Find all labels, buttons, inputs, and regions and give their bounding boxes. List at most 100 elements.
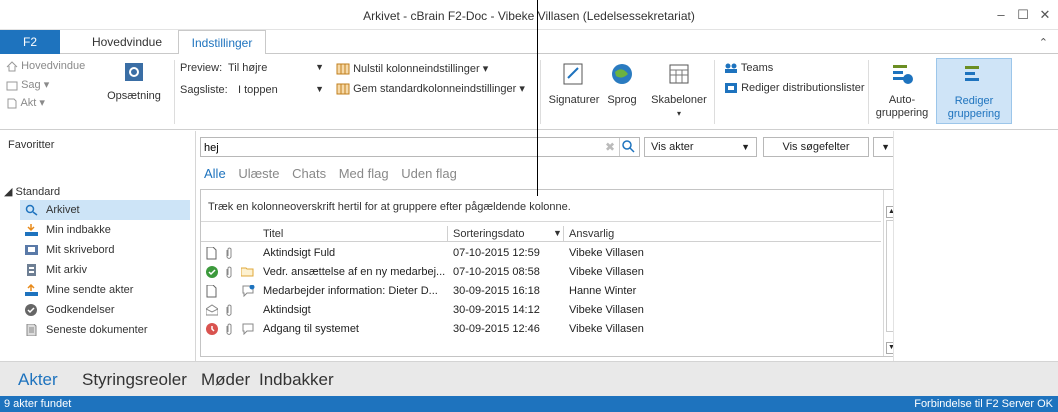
column-header-row: Titel Sorteringsdato ▼ Ansvarlig <box>201 226 881 242</box>
document-icon <box>26 324 37 336</box>
attachment-icon <box>226 323 232 335</box>
status-count: 9 akter fundet <box>4 398 72 410</box>
opsaetning-button[interactable]: Opsætning <box>98 62 170 103</box>
ribbon-tabs: F2 Hovedvindue Indstillinger ⌃ <box>0 30 1058 55</box>
chat-icon <box>242 323 254 335</box>
teams-icon <box>725 63 737 74</box>
sidebar-item-seneste-dokumenter[interactable]: Seneste dokumenter <box>20 320 190 340</box>
preview-dropdown[interactable]: Til højre ▼ <box>228 62 324 74</box>
template-icon <box>669 64 689 84</box>
nav-moeder[interactable]: Møder <box>201 370 250 390</box>
sort-descending-icon[interactable]: ▼ <box>553 228 562 238</box>
sidebar-item-mit-arkiv[interactable]: Mit arkiv <box>20 260 190 280</box>
folder-icon <box>241 267 254 277</box>
table-row[interactable]: Vedr. ansættelse af en ny medarbej... 07… <box>201 263 881 282</box>
column-titel[interactable]: Titel <box>263 228 283 240</box>
rediger-distributionslister-button[interactable]: Rediger distributionslister <box>724 82 865 94</box>
filter-med-flag[interactable]: Med flag <box>339 166 389 181</box>
nav-akter[interactable]: Akter <box>18 370 58 390</box>
outbox-icon <box>25 284 38 296</box>
sidebar: Favoritter ◢ Standard Arkivet Min indbak… <box>0 131 196 361</box>
case-icon <box>6 81 18 91</box>
search-box: ✖ <box>200 137 640 157</box>
sidebar-item-arkivet[interactable]: Arkivet <box>20 200 190 220</box>
columns-icon <box>336 63 350 75</box>
desk-icon <box>25 245 38 255</box>
filter-uden-flag[interactable]: Uden flag <box>401 166 457 181</box>
f2-tab[interactable]: F2 <box>0 30 60 54</box>
search-input[interactable] <box>204 140 584 155</box>
sidebar-item-mine-sendte-akter[interactable]: Mine sendte akter <box>20 280 190 300</box>
sidebar-item-godkendelser[interactable]: Godkendelser <box>20 300 190 320</box>
auto-group-icon <box>893 65 913 84</box>
document-icon <box>206 247 217 260</box>
sagsliste-label: Sagsliste: <box>180 84 228 96</box>
filter-alle[interactable]: Alle <box>204 166 226 181</box>
status-bar: 9 akter fundet Forbindelse til F2 Server… <box>0 396 1058 412</box>
tab-hovedvindue[interactable]: Hovedvindue <box>82 30 172 54</box>
table-row[interactable]: Aktindsigt 30-09-2015 14:12 Vibeke Villa… <box>201 301 881 320</box>
bottom-navigation: Akter Styringsreoler Møder Indbakker <box>0 361 1058 396</box>
ribbon-sag: Sag ▾ <box>6 78 49 91</box>
attachment-icon <box>226 266 232 278</box>
vis-soegefelter-button[interactable]: Vis søgefelter <box>763 137 869 157</box>
overdue-icon <box>206 323 218 335</box>
tab-indstillinger[interactable]: Indstillinger <box>178 30 266 55</box>
chat-icon <box>242 285 255 297</box>
table-row[interactable]: Medarbejder information: Dieter D... 30-… <box>201 282 881 301</box>
column-ansvarlig[interactable]: Ansvarlig <box>569 228 614 240</box>
collapse-ribbon-icon[interactable]: ⌃ <box>1039 36 1048 49</box>
ribbon-akt: Akt ▾ <box>6 96 45 109</box>
document-grid: Træk en kolonneoverskrift hertil for at … <box>200 189 900 357</box>
nulstil-kolonneindstillinger-button[interactable]: Nulstil kolonneindstillinger ▾ <box>336 62 488 75</box>
preview-pane <box>893 131 1058 361</box>
attachment-icon <box>226 304 232 316</box>
standard-heading[interactable]: ◢ Standard <box>4 185 60 198</box>
title-bar: Arkivet - cBrain F2-Doc - Vibeke Villase… <box>0 0 1058 30</box>
distribution-list-icon <box>725 83 737 94</box>
favoritter-heading[interactable]: Favoritter <box>8 139 54 151</box>
edit-group-icon <box>965 66 979 81</box>
check-icon <box>25 304 37 316</box>
filter-chats[interactable]: Chats <box>292 166 326 181</box>
ribbon: Hovedvindue Sag ▾ Akt ▾ Opsætning Previe… <box>0 54 1058 130</box>
attachment-icon <box>226 247 232 259</box>
sagsliste-dropdown[interactable]: I toppen ▼ <box>238 84 324 96</box>
sidebar-item-min-indbakke[interactable]: Min indbakke <box>20 220 190 240</box>
preview-label: Preview: <box>180 62 223 74</box>
maximize-button[interactable]: ☐ <box>1012 6 1034 24</box>
column-sorteringsdato[interactable]: Sorteringsdato <box>453 228 525 240</box>
clear-search-icon[interactable]: ✖ <box>605 140 615 154</box>
status-connection: Forbindelse til F2 Server OK <box>914 398 1053 410</box>
settings-icon <box>125 63 143 81</box>
approved-icon <box>206 266 218 278</box>
ribbon-hovedvindue: Hovedvindue <box>6 60 85 72</box>
minimize-button[interactable]: – <box>990 6 1012 24</box>
columns-icon <box>336 83 350 95</box>
sprog-button[interactable]: Sprog <box>604 62 640 107</box>
window-title: Arkivet - cBrain F2-Doc - Vibeke Villase… <box>363 9 695 23</box>
rediger-gruppering-button[interactable]: Rediger gruppering <box>936 58 1012 124</box>
globe-icon <box>612 64 632 84</box>
signaturer-button[interactable]: Signaturer <box>546 62 602 107</box>
nav-indbakker[interactable]: Indbakker <box>259 370 334 390</box>
auto-gruppering-button[interactable]: Auto- gruppering <box>872 58 932 124</box>
gem-standardkolonneindstillinger-button[interactable]: Gem standardkolonneindstillinger ▾ <box>336 82 525 95</box>
close-button[interactable]: ✕ <box>1034 6 1056 24</box>
filter-ulaeste[interactable]: Ulæste <box>238 166 279 181</box>
home-icon <box>6 60 18 72</box>
group-by-drop-zone[interactable]: Træk en kolonneoverskrift hertil for at … <box>201 190 881 222</box>
inbox-icon <box>25 224 38 236</box>
search-button[interactable] <box>619 138 637 156</box>
document-icon <box>7 98 17 109</box>
table-row[interactable]: Adgang til systemet 30-09-2015 12:46 Vib… <box>201 320 881 339</box>
sidebar-item-mit-skrivebord[interactable]: Mit skrivebord <box>20 240 190 260</box>
skabeloner-button[interactable]: Skabeloner ▾ <box>648 62 710 120</box>
envelope-open-icon <box>206 304 218 316</box>
nav-styringsreoler[interactable]: Styringsreoler <box>82 370 187 390</box>
vis-akter-dropdown[interactable]: Vis akter ▼ <box>644 137 757 157</box>
signature-icon <box>563 63 583 85</box>
table-row[interactable]: Aktindsigt Fuld 07-10-2015 12:59 Vibeke … <box>201 244 881 263</box>
teams-button[interactable]: Teams <box>724 62 773 74</box>
filter-bar: Alle Ulæste Chats Med flag Uden flag <box>204 166 466 181</box>
